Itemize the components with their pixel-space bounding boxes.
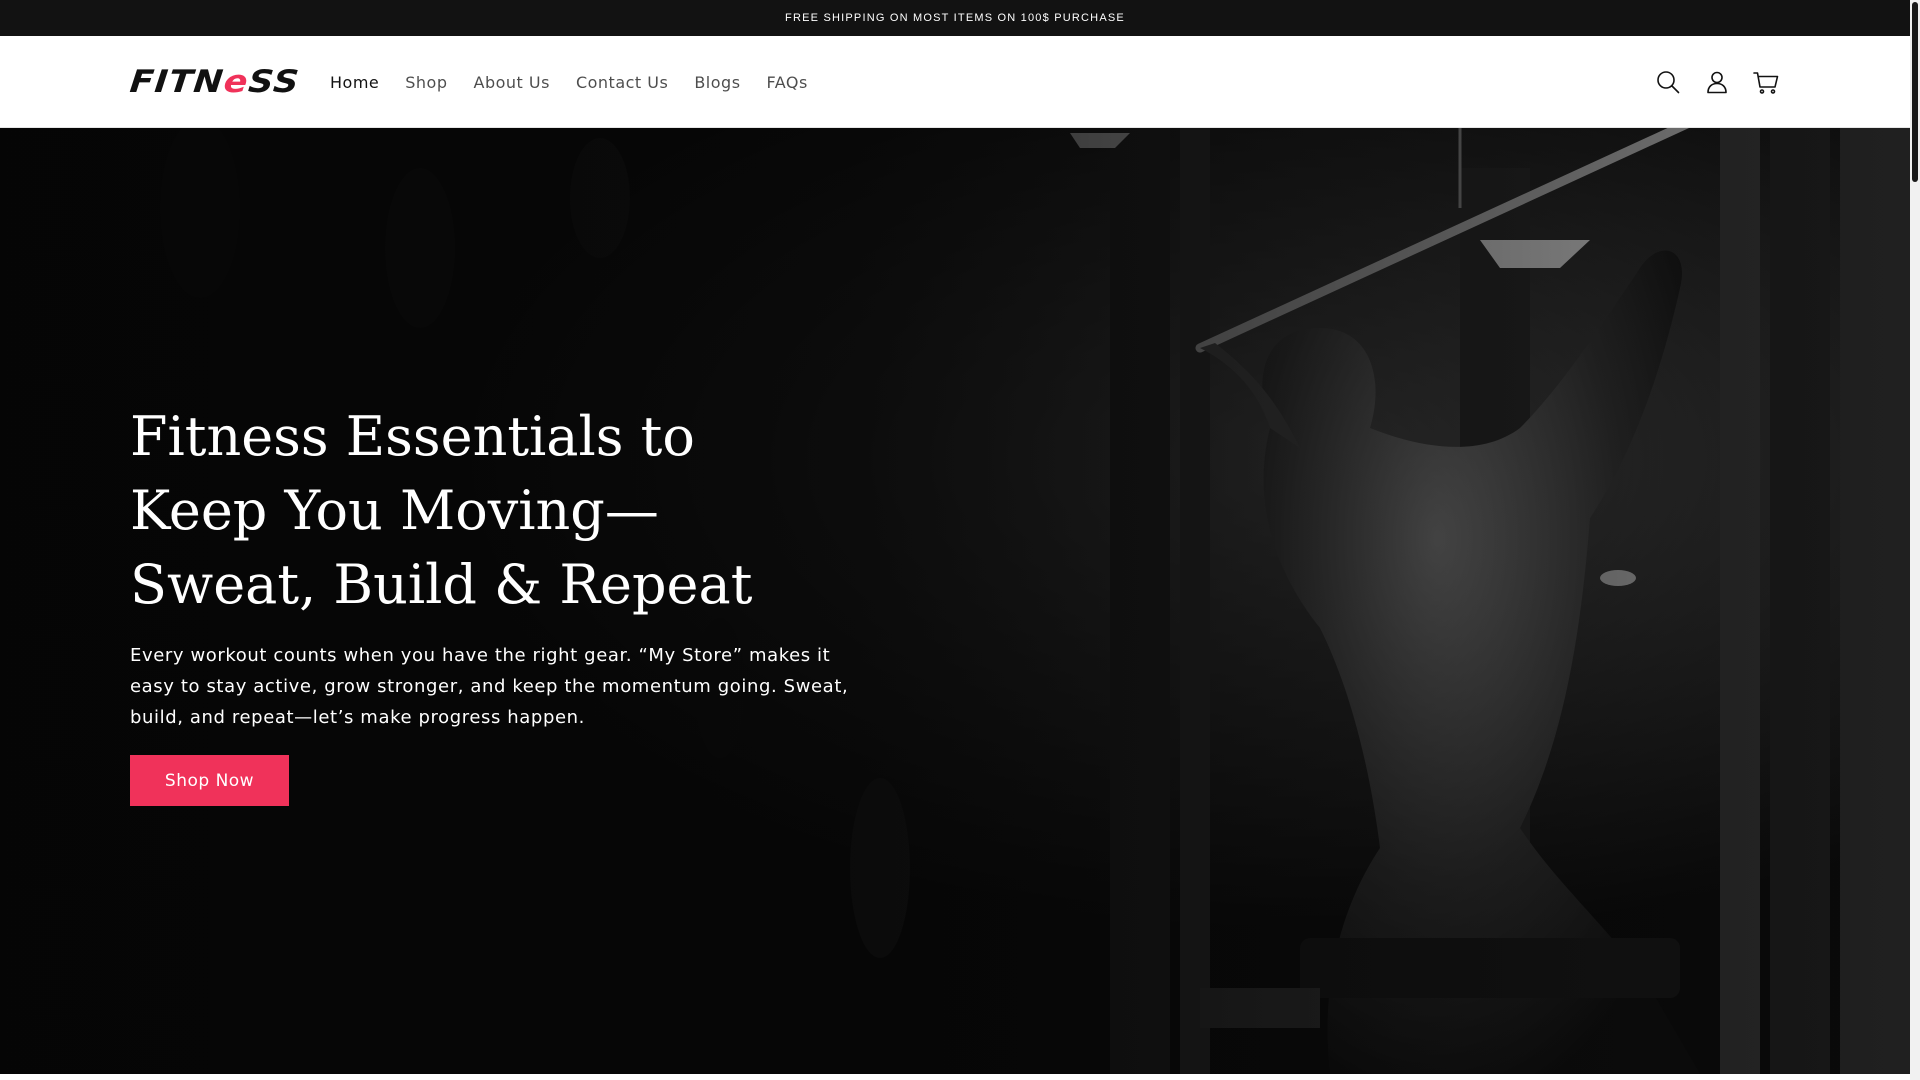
announcement-text: FREE SHIPPING ON MOST ITEMS ON 100$ PURC… [785,12,1125,24]
nav-item-contact-us[interactable]: Contact Us [576,73,668,92]
page-bottom-edge [0,1074,1910,1080]
nav-item-about-us[interactable]: About Us [474,73,550,92]
hero-subtitle: Every workout counts when you have the r… [130,645,849,728]
nav-item-faqs[interactable]: FAQs [767,73,808,92]
page-scrollbar[interactable] [1910,0,1920,1080]
site-header: FITN e SS Home Shop About Us Contact Us Bl… [0,36,1910,128]
nav-item-shop[interactable]: Shop [405,73,447,92]
hero-content: Fitness Essentials to Keep You Moving—Sw… [130,400,850,806]
logo-text-end: SS [246,64,302,100]
announcement-bar: FREE SHIPPING ON MOST ITEMS ON 100$ PURC… [0,0,1910,36]
nav-item-home[interactable]: Home [330,73,379,92]
scrollbar-thumb[interactable] [1912,2,1918,182]
hero-banner: Fitness Essentials to Keep You Moving—Sw… [0,128,1910,1074]
cart-icon[interactable] [1752,68,1780,96]
main-nav: Home Shop About Us Contact Us Blogs FAQs [330,36,834,128]
search-icon[interactable] [1654,68,1682,96]
hero-title: Fitness Essentials to Keep You Moving—Sw… [130,405,753,616]
shop-now-button[interactable]: Shop Now [130,755,289,806]
page: FREE SHIPPING ON MOST ITEMS ON 100$ PURC… [0,0,1920,1080]
header-icons [1654,36,1780,128]
logo-text-start: FITN [128,64,226,100]
site-logo[interactable]: FITN e SS [128,63,302,101]
nav-item-blogs[interactable]: Blogs [694,73,740,92]
account-icon[interactable] [1703,68,1731,96]
